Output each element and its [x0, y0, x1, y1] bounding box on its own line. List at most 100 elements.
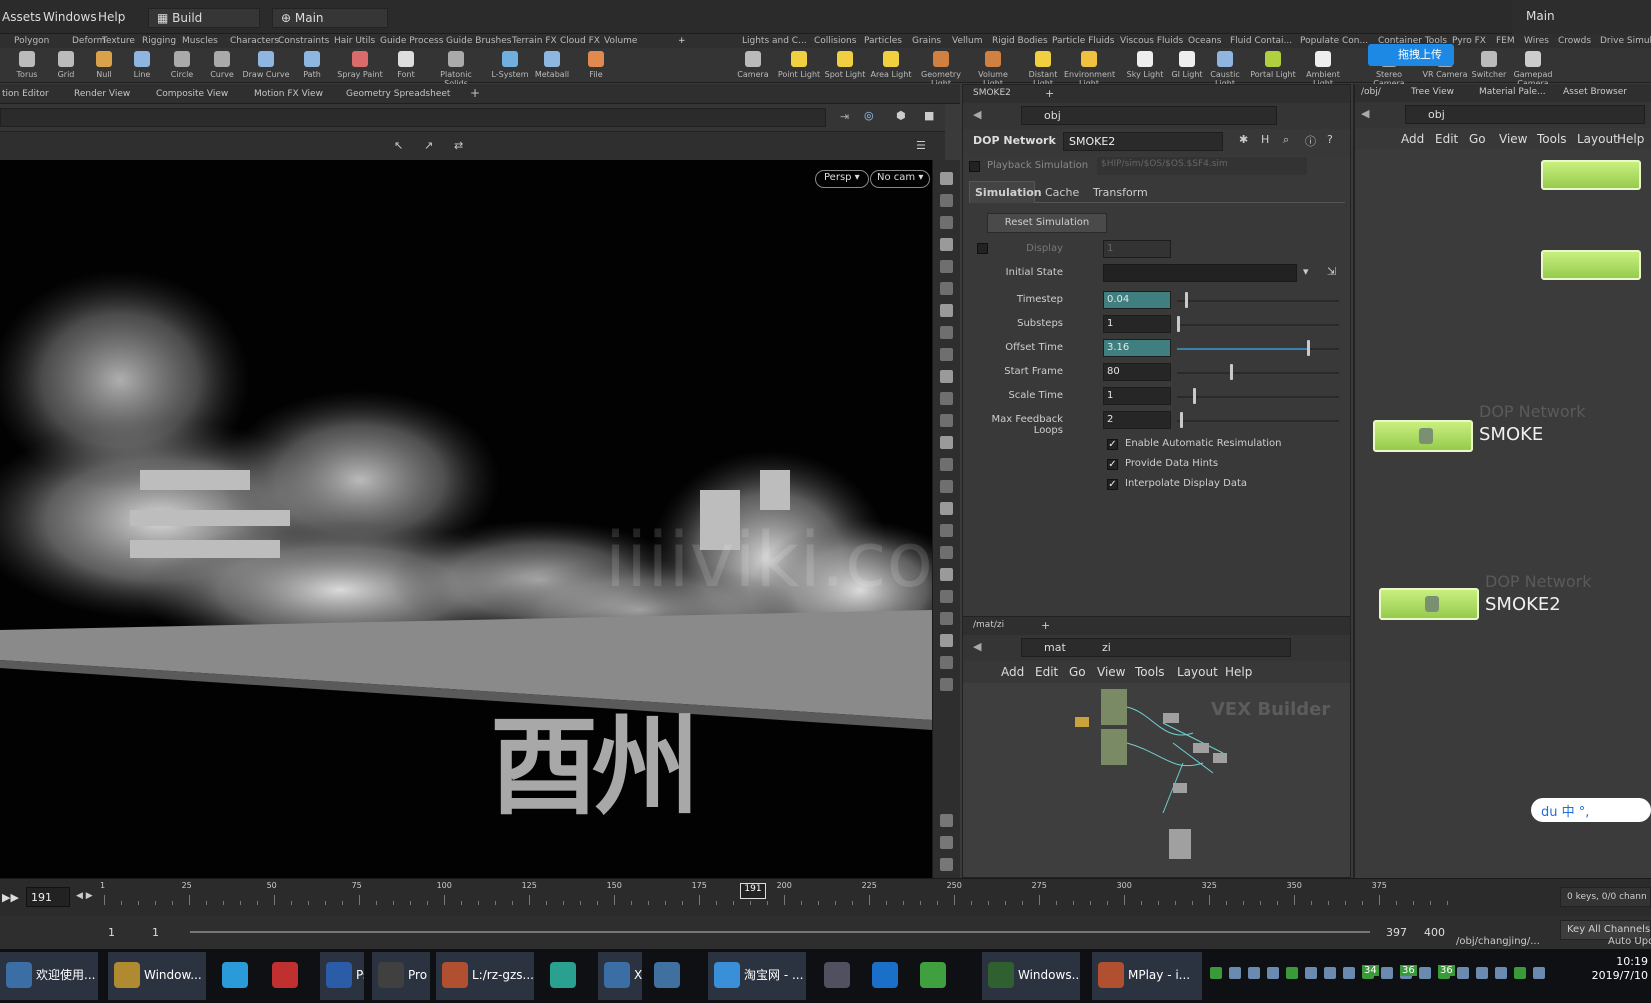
auto-update-menu[interactable]: Auto Upd — [1608, 936, 1651, 947]
range-end-field[interactable]: 400 — [1424, 926, 1445, 939]
display-option-icon[interactable] — [940, 524, 953, 537]
display-option-icon[interactable] — [940, 304, 953, 317]
shelf-tool[interactable]: Platonic Solids — [430, 48, 482, 88]
reset-simulation-button[interactable]: Reset Simulation — [987, 213, 1107, 233]
status-path[interactable]: /obj/changjing/... — [1456, 936, 1540, 947]
viewer-tool-icon[interactable] — [940, 814, 953, 827]
param-slider[interactable] — [1177, 316, 1339, 332]
network-tab[interactable]: /obj/ — [1361, 87, 1381, 97]
tray-icon[interactable] — [1476, 967, 1488, 979]
chevron-down-icon[interactable]: ▾ — [1303, 265, 1309, 278]
pane-tab[interactable]: Composite View — [156, 89, 228, 99]
shelf-tab[interactable]: Guide Process — [380, 36, 443, 46]
param-path-field[interactable]: obj — [1021, 106, 1277, 125]
tray-icon[interactable] — [1343, 967, 1355, 979]
upload-badge[interactable]: 拖拽上传 — [1368, 44, 1454, 66]
display-option-icon[interactable] — [940, 216, 953, 229]
param-field[interactable]: 2 — [1103, 411, 1171, 429]
display-option-icon[interactable] — [940, 238, 953, 251]
dop-node-smoke[interactable] — [1373, 420, 1473, 452]
shelf-tab[interactable]: Cloud FX — [560, 36, 600, 46]
display-option-icon[interactable] — [940, 678, 953, 691]
shelf-tab[interactable]: Collisions — [814, 36, 856, 46]
shelf-tool[interactable]: Portal Light — [1248, 48, 1298, 79]
shelf-tool[interactable]: Area Light — [866, 48, 916, 79]
shelf-tab[interactable]: Rigid Bodies — [992, 36, 1048, 46]
obj-node[interactable] — [1541, 160, 1641, 190]
tab-simulation[interactable]: Simulation — [969, 181, 1042, 203]
shelf-tab[interactable]: Constraints — [278, 36, 329, 46]
tray-icon[interactable] — [1514, 967, 1526, 979]
slider-knob[interactable] — [1306, 340, 1310, 356]
node-name-field[interactable]: SMOKE2 — [1063, 132, 1223, 151]
tray-icon[interactable] — [1457, 967, 1469, 979]
shelf-tab[interactable]: Polygon — [14, 36, 49, 46]
range-slider[interactable] — [190, 931, 1370, 933]
shelf-tab[interactable]: Viscous Fluids — [1120, 36, 1183, 46]
menu-assets[interactable]: Assets — [2, 10, 41, 24]
shelf-tab[interactable]: FEM — [1496, 36, 1515, 46]
display-option-icon[interactable] — [940, 348, 953, 361]
transform-icon[interactable]: ↗ — [424, 139, 433, 152]
pane-tab[interactable]: Motion FX View — [254, 89, 323, 99]
add-tab-icon[interactable]: + — [1041, 619, 1050, 632]
menu-item[interactable]: Add — [1401, 132, 1424, 146]
desktop-select[interactable]: ▦ Build — [148, 8, 260, 28]
tab-transform[interactable]: Transform — [1087, 183, 1154, 203]
tray-icon[interactable] — [1210, 967, 1222, 979]
tray-icon[interactable] — [1286, 967, 1298, 979]
shelf-tool[interactable]: Path — [286, 48, 338, 79]
shelf-tool[interactable]: Camera — [728, 48, 778, 79]
shelf-tool[interactable]: Caustic Light — [1200, 48, 1250, 88]
viewer-path-field[interactable] — [0, 108, 826, 127]
shelf-tab[interactable]: Crowds — [1558, 36, 1591, 46]
playback-checkbox[interactable] — [969, 161, 980, 172]
shelf-tab[interactable]: Deform — [72, 36, 105, 46]
back-icon[interactable]: ◀ — [973, 640, 981, 653]
param-field[interactable]: 1 — [1103, 387, 1171, 405]
range-start[interactable]: 1 — [108, 926, 115, 939]
param-field[interactable]: 80 — [1103, 363, 1171, 381]
display-option-icon[interactable] — [940, 282, 953, 295]
display-option-icon[interactable] — [940, 590, 953, 603]
tab-cache[interactable]: Cache — [1039, 183, 1085, 203]
dop-node-smoke2[interactable] — [1379, 588, 1479, 620]
menu-item[interactable]: Help — [1617, 132, 1644, 146]
shelf-tab[interactable]: Guide Brushes — [446, 36, 512, 46]
shelf-tab[interactable]: Vellum — [952, 36, 982, 46]
taskbar-app[interactable]: L:/rz-gzs... — [436, 952, 534, 1000]
shelf-tab[interactable]: Texture — [102, 36, 135, 46]
menu-item[interactable]: Add — [1001, 665, 1024, 679]
shelf-tab[interactable]: Particle Fluids — [1052, 36, 1114, 46]
display-option-icon[interactable] — [940, 546, 953, 559]
taskbar-app[interactable] — [914, 952, 974, 1000]
checkbox[interactable]: ✓ — [1107, 439, 1118, 450]
slider-knob[interactable] — [1180, 412, 1184, 428]
tray-icon[interactable] — [1533, 967, 1545, 979]
shelf-tab[interactable]: Rigging — [142, 36, 176, 46]
mat-tab[interactable]: /mat/zi — [973, 620, 1004, 630]
camera-menu[interactable]: No cam ▾ — [870, 170, 931, 188]
handle-icon[interactable]: ⇄ — [454, 139, 463, 152]
param-field[interactable]: 0.04 — [1103, 291, 1171, 309]
range-start-field[interactable]: 1 — [152, 926, 159, 939]
param-slider[interactable] — [1177, 412, 1339, 428]
menu-item[interactable]: Edit — [1035, 665, 1058, 679]
menu-item[interactable]: Edit — [1435, 132, 1458, 146]
shelf-tab[interactable]: Wires — [1524, 36, 1549, 46]
shelf-tool[interactable]: Ambient Light — [1298, 48, 1348, 88]
menu-item[interactable]: Go — [1069, 665, 1086, 679]
shelf-tab[interactable]: Pyro FX — [1452, 36, 1486, 46]
info-icon[interactable]: ⓘ — [1305, 133, 1316, 149]
network-tab[interactable]: Asset Browser — [1563, 87, 1627, 97]
tray-icon[interactable] — [1419, 967, 1431, 979]
tray-icon[interactable] — [1267, 967, 1279, 979]
menu-item[interactable]: Layout — [1577, 132, 1618, 146]
shelf-tab[interactable]: Characters — [230, 36, 279, 46]
mat-path-field[interactable]: mat zi — [1021, 638, 1291, 657]
initial-state-field[interactable] — [1103, 264, 1297, 282]
back-icon[interactable]: ◀ — [1361, 107, 1369, 120]
display-icon[interactable]: ■ — [924, 109, 934, 122]
display-option-icon[interactable] — [940, 458, 953, 471]
taskbar-app[interactable]: Ps — [320, 952, 364, 1000]
